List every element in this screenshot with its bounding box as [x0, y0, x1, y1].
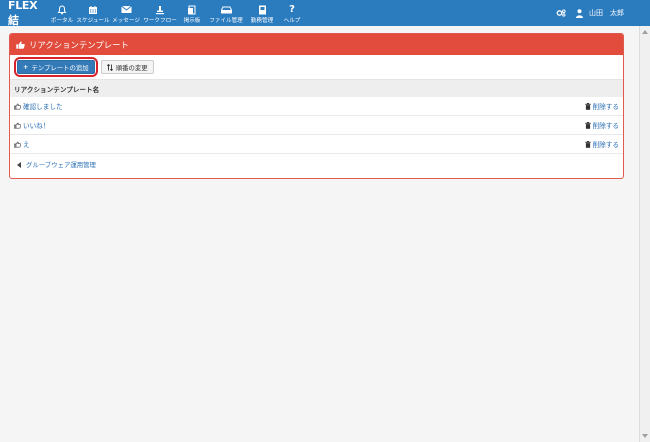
template-name-link[interactable]: え — [14, 139, 30, 149]
envelope-icon — [120, 4, 132, 15]
settings-icon[interactable] — [556, 9, 566, 17]
plus-icon: + — [23, 63, 29, 71]
caret-left-icon — [17, 161, 21, 168]
template-name: 確認しました — [23, 103, 63, 111]
toolbar: + テンプレートの追加 順番の変更 — [10, 55, 623, 79]
delete-label: 削除する — [592, 103, 619, 111]
drive-icon — [220, 4, 232, 15]
nav-item-schedule[interactable]: スケジュール — [76, 0, 110, 26]
add-template-label: テンプレートの追加 — [31, 63, 89, 72]
panel-title: リアクションテンプレート — [29, 39, 129, 50]
vertical-scrollbar[interactable] — [639, 26, 650, 442]
trash-icon — [584, 140, 591, 148]
app-logo[interactable]: FLEX結 — [8, 0, 48, 28]
nav-label: ヘルプ — [283, 18, 301, 24]
question-icon: ? — [289, 4, 295, 15]
add-template-highlight: + テンプレートの追加 — [14, 57, 98, 77]
user-avatar-icon[interactable] — [576, 8, 583, 18]
document-icon — [258, 4, 267, 15]
nav-item-portal[interactable]: ポータル — [48, 0, 76, 26]
scroll-down-arrow-icon[interactable] — [642, 434, 648, 438]
scroll-up-arrow-icon[interactable] — [642, 30, 648, 34]
trash-icon — [584, 121, 591, 129]
nav-item-board[interactable]: 掲示板 — [178, 0, 206, 26]
delete-link[interactable]: 削除する — [584, 139, 619, 149]
template-name-link[interactable]: いいね！ — [14, 120, 49, 130]
nav-item-attendance[interactable]: 勤務管理 — [246, 0, 278, 26]
main-nav: ポータル スケジュール メッセージ ワークフロー 掲示板 ファイル管理 勤務管理… — [48, 0, 306, 26]
add-template-button[interactable]: + テンプレートの追加 — [17, 60, 95, 74]
nav-item-message[interactable]: メッセージ — [110, 0, 142, 26]
nav-label: ファイル管理 — [209, 18, 243, 24]
nav-label: メッセージ — [112, 18, 140, 24]
nav-item-help[interactable]: ? ヘルプ — [278, 0, 306, 26]
thumbs-up-icon — [14, 103, 21, 110]
template-name: え — [23, 141, 30, 149]
change-order-label: 順番の変更 — [115, 63, 148, 72]
delete-label: 削除する — [592, 122, 619, 130]
table-row: 確認しました 削除する — [10, 97, 623, 116]
user-area: 山田 太郎 — [556, 0, 624, 26]
reaction-template-panel: リアクションテンプレート + テンプレートの追加 順番の変更 リアクションテンプ… — [9, 33, 624, 179]
thumbs-up-icon — [14, 122, 21, 129]
workflow-icon — [155, 4, 165, 15]
panel-header: リアクションテンプレート — [10, 34, 623, 55]
bell-icon — [57, 4, 67, 15]
back-link-label: グループウェア運用管理 — [26, 161, 96, 169]
template-name-link[interactable]: 確認しました — [14, 101, 63, 111]
nav-label: 勤務管理 — [250, 18, 274, 24]
nav-item-files[interactable]: ファイル管理 — [206, 0, 246, 26]
table-row: いいね！ 削除する — [10, 116, 623, 135]
board-icon — [187, 4, 197, 15]
template-name-column-header: リアクションテンプレート名 — [10, 79, 623, 97]
change-order-button[interactable]: 順番の変更 — [100, 60, 154, 74]
delete-link[interactable]: 削除する — [584, 101, 619, 111]
calendar-icon — [88, 4, 98, 15]
user-name[interactable]: 山田 太郎 — [589, 8, 624, 18]
trash-icon — [584, 102, 591, 110]
nav-label: 掲示板 — [183, 18, 201, 24]
top-navbar: FLEX結 ポータル スケジュール メッセージ ワークフロー 掲示板 ファイル管… — [0, 0, 650, 28]
nav-label: ポータル — [50, 18, 74, 24]
thumbs-up-icon — [14, 141, 21, 148]
thumbs-up-icon — [16, 41, 25, 49]
back-link[interactable]: グループウェア運用管理 — [10, 154, 623, 175]
table-row: え 削除する — [10, 135, 623, 154]
nav-label: スケジュール — [76, 18, 110, 24]
delete-label: 削除する — [592, 141, 619, 149]
nav-item-workflow[interactable]: ワークフロー — [142, 0, 178, 26]
sort-icon — [106, 63, 113, 71]
nav-label: ワークフロー — [143, 18, 177, 24]
template-name: いいね！ — [23, 122, 50, 130]
delete-link[interactable]: 削除する — [584, 120, 619, 130]
